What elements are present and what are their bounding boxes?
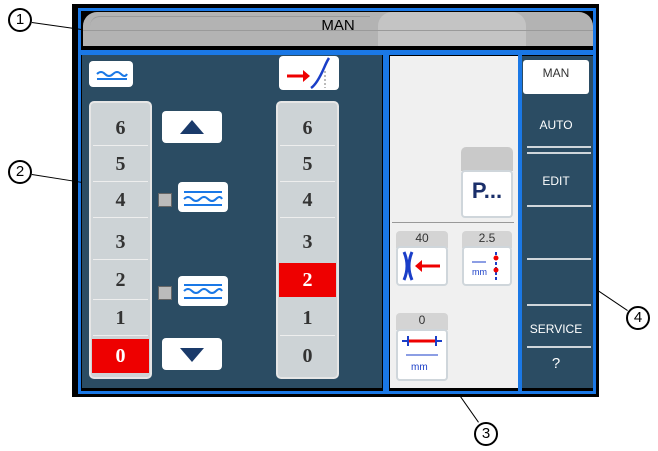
left-level-column: 6 5 4 3 2 1 0 <box>89 101 152 379</box>
curve-mode-button[interactable] <box>279 56 339 90</box>
gap-button[interactable] <box>396 246 448 286</box>
wave-mode-button[interactable] <box>89 61 133 87</box>
wave-upper-button[interactable] <box>178 182 228 212</box>
level-1[interactable]: 1 <box>278 301 337 335</box>
level-6[interactable]: 6 <box>91 111 150 145</box>
callout-3: 3 <box>474 422 498 446</box>
value-0-label: 0 <box>396 313 448 330</box>
callout-4: 4 <box>626 306 650 330</box>
wave-upper-icon <box>183 191 223 206</box>
sidebar-item-service[interactable]: SERVICE <box>520 322 592 336</box>
checkbox-wave-lower[interactable] <box>158 286 172 300</box>
up-button[interactable] <box>162 111 222 143</box>
right-level-column: 6 5 4 3 2 1 0 <box>276 101 339 379</box>
wave-lower-icon <box>183 284 223 299</box>
level-3[interactable]: 3 <box>278 225 337 259</box>
level-5[interactable]: 5 <box>278 147 337 181</box>
header-region <box>78 8 596 53</box>
program-tab <box>461 147 513 171</box>
level-0[interactable]: 0 <box>278 339 337 373</box>
level-0-active[interactable]: 0 <box>92 339 149 373</box>
curve-arrow-icon <box>287 57 331 90</box>
checkbox-wave-upper[interactable] <box>158 193 172 207</box>
callout-3-leader <box>459 395 479 423</box>
level-4[interactable]: 4 <box>278 183 337 217</box>
middle-divider <box>392 222 514 223</box>
level-4[interactable]: 4 <box>91 183 150 217</box>
triangle-down-icon <box>180 348 204 362</box>
callout-2: 2 <box>8 160 32 184</box>
sidebar-item-edit[interactable]: EDIT <box>520 174 592 188</box>
sidebar-item-blank-1[interactable] <box>520 210 592 254</box>
spacing-mm-icon: mm <box>472 252 499 280</box>
level-5[interactable]: 5 <box>91 147 150 181</box>
sidebar-item-auto[interactable]: AUTO <box>520 118 592 132</box>
callout-1: 1 <box>8 8 32 32</box>
sidebar-item-help[interactable]: ? <box>520 355 592 372</box>
sidebar-item-man[interactable]: MAN <box>520 66 592 80</box>
offset-button[interactable]: mm <box>396 329 448 381</box>
spacing-button[interactable]: mm <box>462 246 512 286</box>
level-1[interactable]: 1 <box>91 301 150 335</box>
callout-4-leader <box>597 290 628 311</box>
program-button[interactable]: P... <box>461 170 513 218</box>
triangle-up-icon <box>180 120 204 134</box>
sidebar-item-blank-2[interactable] <box>520 262 592 302</box>
level-2-active[interactable]: 2 <box>279 263 336 297</box>
unit-mm: mm <box>411 362 428 373</box>
wave-lower-button[interactable] <box>178 276 228 306</box>
offset-mm-icon: mm <box>402 336 442 373</box>
wave-icon <box>96 71 128 80</box>
program-label: P... <box>471 178 503 203</box>
level-6[interactable]: 6 <box>278 111 337 145</box>
down-button[interactable] <box>162 338 222 370</box>
svg-text:mm: mm <box>472 267 487 277</box>
level-3[interactable]: 3 <box>91 225 150 259</box>
level-2[interactable]: 2 <box>91 263 150 297</box>
gap-arrow-icon <box>402 251 440 281</box>
